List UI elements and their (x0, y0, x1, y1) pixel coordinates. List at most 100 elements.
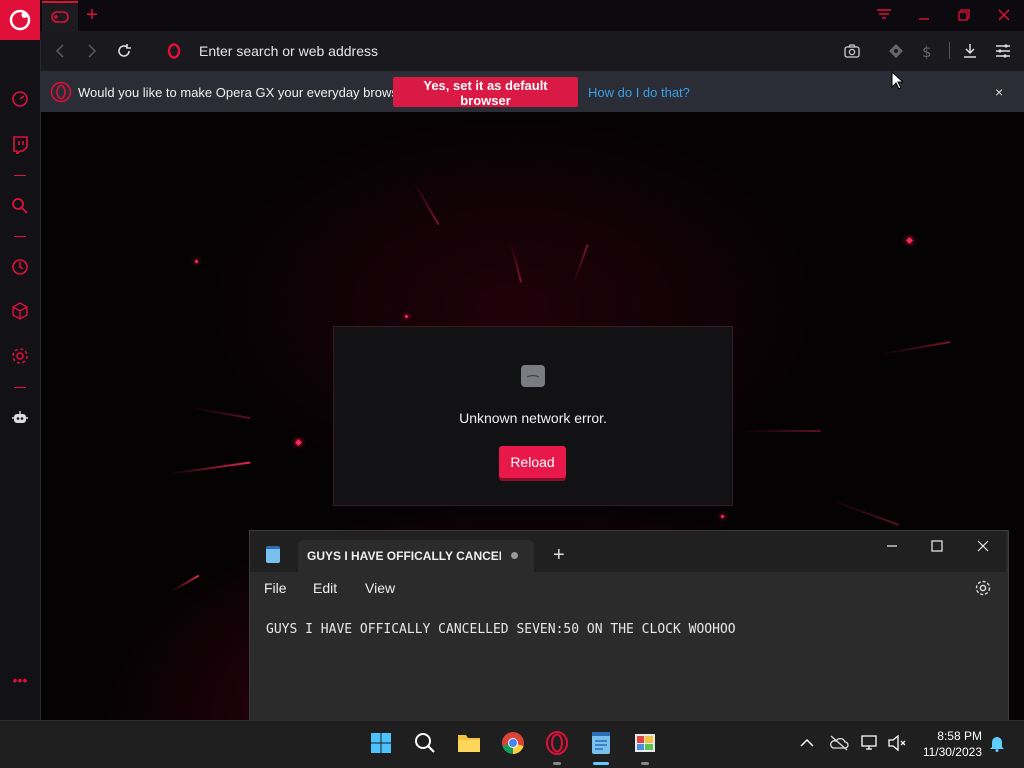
spark (404, 314, 409, 319)
refresh-icon (118, 44, 131, 57)
search-engine-button[interactable] (163, 40, 185, 62)
easy-setup-button[interactable] (864, 0, 904, 30)
menu-view[interactable]: View (365, 580, 395, 596)
close-bar-button[interactable]: × (995, 84, 1003, 100)
menu-file[interactable]: File (264, 580, 287, 596)
opera-gx-icon (546, 731, 568, 755)
how-to-link[interactable]: How do I do that? (588, 85, 690, 100)
light-streak (191, 406, 251, 420)
camera-icon (844, 44, 860, 58)
sidebar-divider (14, 175, 26, 176)
light-streak (172, 574, 200, 592)
paint-button[interactable] (632, 730, 658, 756)
history-button[interactable] (9, 256, 31, 278)
ai-assistant-button[interactable] (9, 407, 31, 429)
svg-text:$: $ (922, 43, 932, 59)
downloads-button[interactable] (959, 40, 981, 62)
extensions-button[interactable] (9, 300, 31, 322)
speaker-muted-icon (888, 734, 906, 752)
sad-face-icon (521, 365, 545, 387)
light-streak (509, 243, 523, 283)
opera-gx-taskbar-button[interactable] (544, 730, 570, 756)
network-button[interactable] (857, 730, 883, 756)
twitch-icon (13, 136, 28, 154)
notepad-text-area[interactable]: GUYS I HAVE OFFICALLY CANCELLED SEVEN:50… (266, 622, 736, 637)
opera-bar-icon (50, 81, 72, 108)
chevron-left-icon (55, 44, 64, 58)
gx-corner-tab[interactable] (42, 1, 78, 31)
paint-icon (635, 734, 655, 752)
restore-button[interactable] (944, 0, 984, 30)
notepad-settings-button[interactable] (974, 579, 992, 597)
reload-button[interactable]: Reload (499, 446, 566, 478)
error-message: Unknown network error. (459, 410, 607, 426)
menu-edit[interactable]: Edit (313, 580, 337, 596)
mouse-cursor (891, 70, 905, 91)
notifications-button[interactable] (984, 730, 1010, 756)
minimize-icon (887, 545, 897, 547)
notepad-icon (592, 732, 610, 754)
sidebar-divider (14, 387, 26, 388)
file-explorer-button[interactable] (456, 730, 482, 756)
gear-icon (975, 580, 991, 596)
light-streak (573, 243, 589, 283)
notepad-new-tab-button[interactable]: + (553, 544, 565, 567)
robot-icon (12, 411, 28, 423)
light-streak (832, 500, 900, 526)
opera-menu-button[interactable] (0, 0, 40, 40)
close-icon (998, 9, 1010, 21)
opera-gx-logo-icon (9, 9, 31, 31)
light-streak (412, 180, 440, 226)
notepad-minimize-button[interactable] (870, 534, 914, 558)
clock-date[interactable]: 11/30/2023 (916, 745, 982, 759)
unsaved-indicator (511, 552, 518, 559)
forward-button[interactable] (81, 40, 103, 62)
search-tabs-button[interactable] (9, 195, 31, 217)
gx-control-button[interactable] (9, 88, 31, 110)
new-tab-button[interactable]: + (82, 4, 102, 26)
twitch-button[interactable] (9, 134, 31, 156)
maximize-icon (931, 540, 943, 552)
running-indicator (641, 762, 649, 765)
address-bar (40, 31, 1024, 71)
snapshot-button[interactable] (841, 40, 863, 62)
diamond-icon (889, 44, 903, 58)
notepad-close-button[interactable] (961, 534, 1005, 558)
chevron-right-icon (88, 44, 97, 58)
minimize-button[interactable] (904, 0, 944, 30)
sidebar-divider (14, 236, 26, 237)
speedometer-icon (12, 91, 28, 107)
crypto-wallet-button[interactable]: $ (916, 40, 938, 62)
folder-icon (458, 735, 480, 752)
light-streak (741, 430, 821, 432)
set-default-button[interactable]: Yes, set it as default browser (393, 77, 578, 108)
gear-icon (12, 348, 28, 364)
close-window-button[interactable] (984, 0, 1024, 30)
bell-icon (990, 737, 1004, 752)
start-button[interactable] (368, 730, 394, 756)
vpn-button[interactable] (885, 40, 907, 62)
cube-icon (12, 302, 28, 320)
taskbar-search-button[interactable] (412, 730, 438, 756)
volume-button[interactable] (884, 730, 910, 756)
settings-button[interactable] (9, 345, 31, 367)
spark (720, 514, 725, 519)
opera-o-icon (167, 43, 181, 59)
notepad-taskbar-button[interactable] (588, 730, 614, 756)
clock-time[interactable]: 8:58 PM (934, 729, 982, 743)
notepad-icon (266, 546, 280, 563)
network-icon (861, 735, 877, 750)
notepad-maximize-button[interactable] (915, 534, 959, 558)
reload-page-button[interactable] (113, 40, 135, 62)
sidebar-more-button[interactable]: ••• (9, 669, 31, 691)
address-input[interactable]: Enter search or web address (199, 43, 378, 59)
easy-setup-menu-button[interactable] (992, 40, 1014, 62)
download-icon (964, 44, 976, 58)
show-hidden-icons-button[interactable] (794, 730, 820, 756)
onedrive-button[interactable] (826, 730, 852, 756)
spark (294, 438, 303, 447)
back-button[interactable] (49, 40, 71, 62)
active-indicator (593, 762, 609, 765)
chrome-button[interactable] (500, 730, 526, 756)
filter-menu-icon (877, 9, 891, 19)
